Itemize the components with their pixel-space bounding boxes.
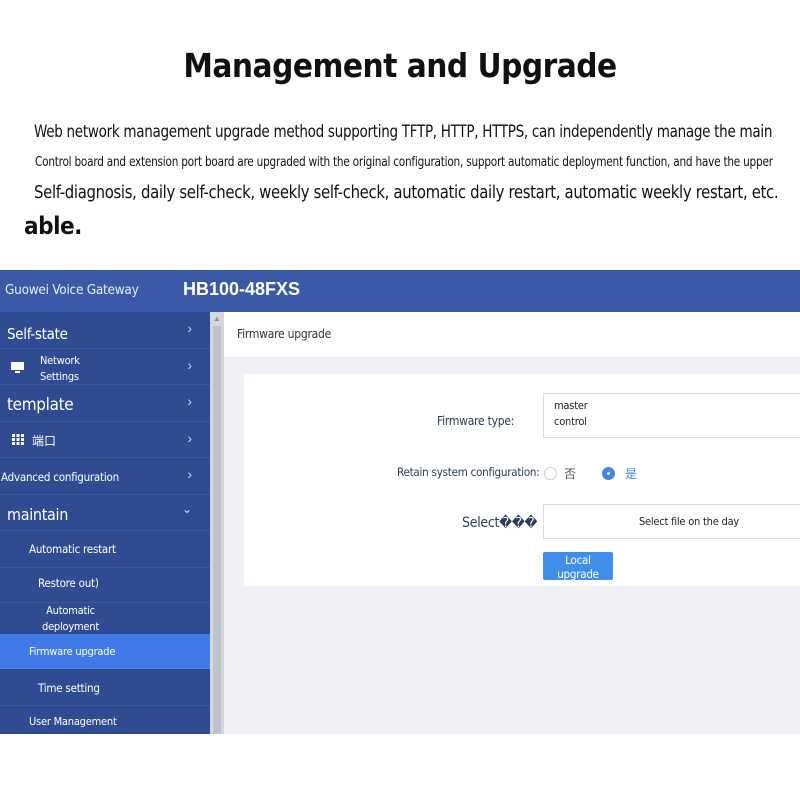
gateway-app-window: Guowei Voice Gateway HB100-48FXS Self-st… xyxy=(0,270,800,734)
select-file-button[interactable]: Select file on the day xyxy=(543,504,800,539)
grid-icon xyxy=(12,434,24,445)
chevron-right-icon: › xyxy=(187,430,192,446)
breadcrumb: Firmware upgrade xyxy=(237,327,332,341)
sidebar-item-label: Automatic restart xyxy=(29,542,116,556)
brand-name: Guowei Voice Gateway xyxy=(5,282,139,298)
chevron-right-icon: › xyxy=(187,320,192,336)
monitor-icon xyxy=(11,362,24,373)
sidebar-item-maintain[interactable]: maintain ⌄ xyxy=(0,495,210,531)
firmware-upgrade-form: Firmware type: master control Retain sys… xyxy=(244,374,800,586)
firmware-type-select[interactable]: master control xyxy=(543,393,800,438)
firmware-type-label: Firmware type: xyxy=(437,414,515,428)
sidebar-item-network-settings[interactable]: Network Settings › xyxy=(0,349,210,385)
chevron-down-icon: ⌄ xyxy=(181,502,192,516)
chevron-right-icon: › xyxy=(187,466,192,482)
sidebar: Self-state › Network Settings › template… xyxy=(0,312,210,734)
sidebar-item-user-management[interactable]: User Management xyxy=(0,706,210,734)
description-line-3: Self-diagnosis, daily self-check, weekly… xyxy=(34,183,779,203)
chevron-right-icon: › xyxy=(187,357,192,373)
sidebar-item-label: maintain xyxy=(7,505,68,524)
sidebar-item-label: User Management xyxy=(29,715,117,728)
sidebar-item-automatic-restart[interactable]: Automatic restart xyxy=(0,531,210,568)
sidebar-item-label: 端口 xyxy=(32,434,57,448)
sidebar-item-automatic-deployment[interactable]: Automatic deployment xyxy=(0,603,210,638)
description-line-4: able. xyxy=(24,212,82,240)
sidebar-item-advanced-configuration[interactable]: Advanced configuration › xyxy=(0,458,210,495)
sidebar-item-template[interactable]: template › xyxy=(0,385,210,422)
sidebar-item-label: Self-state xyxy=(7,325,68,343)
top-bar: Guowei Voice Gateway HB100-48FXS xyxy=(0,270,800,312)
chevron-right-icon: › xyxy=(187,393,192,409)
retain-yes-label: 是 xyxy=(625,467,638,481)
breadcrumb-bar: Firmware upgrade xyxy=(224,312,800,357)
local-upgrade-button[interactable]: Local upgrade xyxy=(543,552,613,581)
retain-no-label: 否 xyxy=(564,467,577,481)
page-title: Management and Upgrade xyxy=(183,46,617,85)
select-file-button-label: Select file on the day xyxy=(638,515,740,528)
sidebar-item-label: Network Settings xyxy=(40,354,80,383)
retain-no-radio[interactable] xyxy=(544,467,557,480)
sidebar-item-label: Firmware upgrade xyxy=(29,645,116,658)
retain-config-label: Retain system configuration: xyxy=(397,465,540,479)
sidebar-item-label: Advanced configuration xyxy=(1,470,119,484)
sidebar-item-restore[interactable]: Restore out) xyxy=(0,568,210,603)
device-model: HB100-48FXS xyxy=(183,279,301,299)
main-content: Firmware upgrade Firmware type: master c… xyxy=(224,312,800,734)
description-line-1: Web network management upgrade method su… xyxy=(34,122,773,142)
sidebar-scrollbar[interactable]: ▲ xyxy=(210,312,224,734)
description-line-2: Control board and extension port board a… xyxy=(35,154,773,170)
sidebar-item-label: template xyxy=(7,395,74,415)
sidebar-item-label: Time setting xyxy=(38,681,100,695)
retain-yes-radio[interactable] xyxy=(602,467,615,480)
sidebar-item-label: Restore out) xyxy=(38,576,99,590)
sidebar-item-self-state[interactable]: Self-state › xyxy=(0,312,210,349)
sidebar-item-label: Automatic deployment xyxy=(42,604,100,633)
firmware-type-value: master control xyxy=(554,399,588,428)
scrollbar-thumb[interactable] xyxy=(213,326,221,734)
scroll-up-arrow-icon[interactable]: ▲ xyxy=(213,314,221,323)
sidebar-item-time-setting[interactable]: Time setting xyxy=(0,669,210,706)
sidebar-item-firmware-upgrade[interactable]: Firmware upgrade xyxy=(0,634,210,669)
select-file-label: Select��� xyxy=(462,515,538,531)
sidebar-item-ports[interactable]: 端口 › xyxy=(0,422,210,458)
